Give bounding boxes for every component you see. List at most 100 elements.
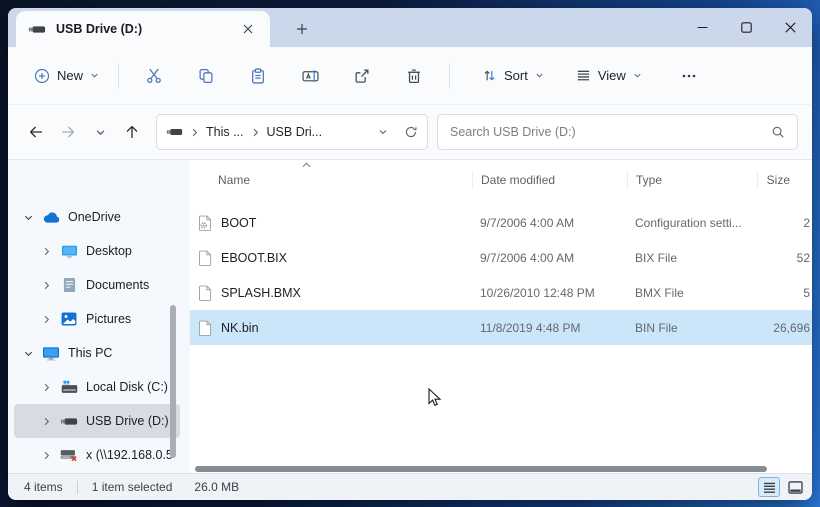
new-tab-icon[interactable]: [290, 17, 314, 41]
cut-icon: [146, 68, 162, 84]
breadcrumb-item[interactable]: This ...: [206, 125, 244, 139]
item-count: 4 items: [24, 480, 63, 494]
chevron-right-icon[interactable]: [40, 450, 52, 461]
toolbar-divider: [449, 63, 450, 89]
sidebar-item-label: Desktop: [86, 244, 132, 258]
local-disk-icon: [59, 380, 79, 394]
breadcrumb-chevron-icon[interactable]: [250, 127, 261, 138]
delete-button[interactable]: [394, 58, 434, 94]
file-size: 52: [757, 251, 812, 265]
copy-icon: [198, 68, 214, 84]
sidebar-item-documents[interactable]: Documents: [14, 268, 180, 302]
rename-button[interactable]: [290, 58, 330, 94]
large-icons-view-button[interactable]: [784, 477, 806, 497]
breadcrumb-chevron-icon[interactable]: [189, 127, 200, 138]
recent-locations-chevron-icon[interactable]: [84, 116, 116, 148]
sort-ascending-icon: [302, 162, 311, 168]
maximize-icon[interactable]: [724, 8, 768, 47]
new-button-label: New: [57, 68, 83, 83]
config-file-icon: [199, 215, 212, 231]
file-date-modified: 9/7/2006 4:00 AM: [472, 251, 627, 265]
file-row-eboot-bix[interactable]: EBOOT.BIX 9/7/2006 4:00 AMBIX File52: [190, 240, 812, 275]
breadcrumb[interactable]: This ... USB Dri...: [156, 114, 428, 150]
file-name: EBOOT.BIX: [221, 251, 287, 265]
rename-icon: [302, 68, 319, 84]
selection-size: 26.0 MB: [194, 480, 239, 494]
file-name: NK.bin: [221, 321, 259, 335]
sidebar-item-x-192-168-0-5[interactable]: x (\\192.168.0.5: [14, 438, 180, 472]
sidebar-item-label: Local Disk (C:): [86, 380, 168, 394]
chevron-down-icon[interactable]: [22, 212, 34, 223]
documents-icon: [59, 277, 79, 293]
breadcrumb-item[interactable]: USB Dri...: [267, 125, 323, 139]
file-explorer-window: USB Drive (D:) New: [8, 8, 812, 500]
search-input[interactable]: [450, 125, 771, 139]
column-header-date-modified[interactable]: Date modified: [472, 171, 627, 189]
file-type: BIX File: [627, 251, 757, 265]
close-icon[interactable]: [768, 8, 812, 47]
file-rows: BOOT 9/7/2006 4:00 AM Configuration setti.…: [190, 205, 812, 345]
sidebar-item-label: USB Drive (D:): [86, 414, 169, 428]
sidebar-item-onedrive[interactable]: OneDrive: [14, 200, 180, 234]
file-row-splash-bmx[interactable]: SPLASH.BMX10/26/2010 12:48 PMBMX File5: [190, 275, 812, 310]
sort-button-label: Sort: [504, 68, 528, 83]
forward-icon[interactable]: [52, 116, 84, 148]
delete-icon: [406, 68, 422, 84]
horizontal-scrollbar[interactable]: [195, 466, 767, 472]
new-button[interactable]: New: [24, 60, 109, 92]
view-toggles: [758, 477, 806, 497]
file-icon: [199, 320, 212, 336]
chevron-right-icon[interactable]: [40, 246, 52, 257]
view-button[interactable]: View: [567, 60, 651, 91]
address-dropdown-chevron-icon[interactable]: [378, 127, 388, 137]
sidebar-item-local-disk-c[interactable]: Local Disk (C:): [14, 370, 180, 404]
chevron-right-icon[interactable]: [40, 280, 52, 291]
copy-button[interactable]: [186, 58, 226, 94]
chevron-down-icon[interactable]: [22, 348, 34, 359]
this-pc-icon: [41, 346, 61, 361]
sidebar-scrollbar[interactable]: [170, 305, 176, 458]
up-icon[interactable]: [116, 116, 148, 148]
chevron-right-icon[interactable]: [40, 382, 52, 393]
toolbar-divider: [118, 63, 119, 89]
tab-close-icon[interactable]: [238, 19, 258, 39]
column-header-type[interactable]: Type: [627, 171, 757, 189]
file-type: Configuration setti...: [627, 216, 757, 230]
more-options-button[interactable]: [669, 58, 709, 94]
minimize-icon[interactable]: [680, 8, 724, 47]
tab-bar: USB Drive (D:): [8, 8, 812, 47]
sidebar-item-pictures[interactable]: Pictures: [14, 302, 180, 336]
sidebar-item-desktop[interactable]: Desktop: [14, 234, 180, 268]
file-list-pane: NameDate modifiedTypeSize BOOT 9/7/2006 4…: [190, 160, 812, 473]
share-button[interactable]: [342, 58, 382, 94]
details-view-button[interactable]: [758, 477, 780, 497]
view-lines-icon: [576, 68, 591, 83]
file-date-modified: 10/26/2010 12:48 PM: [472, 286, 627, 300]
search-box: [437, 114, 798, 150]
chevron-right-icon[interactable]: [40, 314, 52, 325]
sort-arrows-icon: [482, 68, 497, 83]
chevron-down-icon: [90, 71, 99, 80]
file-type: BMX File: [627, 286, 757, 300]
sort-button[interactable]: Sort: [473, 60, 553, 91]
cut-button[interactable]: [134, 58, 174, 94]
column-header-name[interactable]: Name: [190, 171, 472, 189]
tab-title: USB Drive (D:): [56, 22, 228, 36]
usb-drive-icon: [166, 128, 183, 136]
tab-usb-drive[interactable]: USB Drive (D:): [16, 11, 270, 47]
paste-button[interactable]: [238, 58, 278, 94]
paste-icon: [250, 68, 266, 84]
refresh-icon[interactable]: [404, 125, 418, 139]
sidebar-item-this-pc[interactable]: This PC: [14, 336, 180, 370]
file-icon: [199, 285, 212, 301]
file-row-nk-bin[interactable]: NK.bin11/8/2019 4:48 PMBIN File26,696: [190, 310, 812, 345]
chevron-right-icon[interactable]: [40, 416, 52, 427]
file-row-boot[interactable]: BOOT9/7/2006 4:00 AMConfiguration setti.…: [190, 205, 812, 240]
main-area: OneDrive Desktop DocumentsPicturesThis PC L…: [8, 160, 812, 473]
file-name: BOOT: [221, 216, 256, 230]
sidebar-item-usb-drive-d[interactable]: USB Drive (D:): [14, 404, 180, 438]
command-bar: New Sort View: [8, 47, 812, 105]
sidebar-tree: OneDrive Desktop DocumentsPicturesThis PC L…: [8, 200, 190, 472]
column-header-size[interactable]: Size: [757, 171, 812, 189]
back-icon[interactable]: [20, 116, 52, 148]
